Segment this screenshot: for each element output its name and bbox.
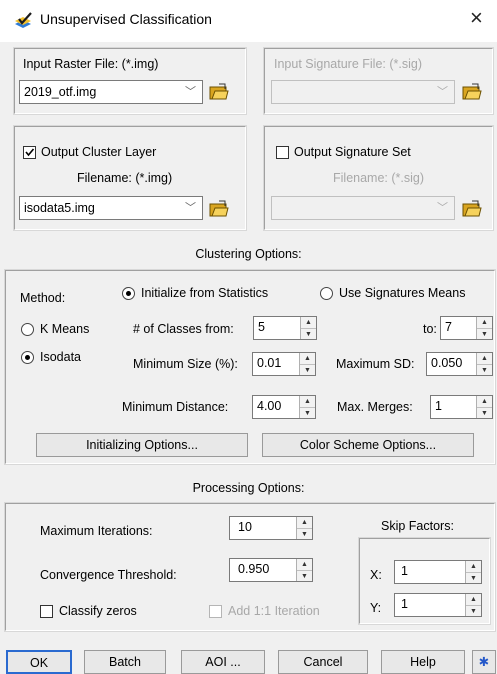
input-signature-field[interactable]: ﹀ <box>271 80 455 104</box>
output-cluster-value: isodata5.img <box>24 201 95 215</box>
chevron-down-icon[interactable]: ﹀ <box>185 197 196 219</box>
close-icon[interactable]: × <box>470 6 483 30</box>
max-iterations-label: Maximum Iterations: <box>40 524 153 538</box>
num-classes-to-spinner[interactable]: 7 ▲ ▼ <box>440 316 493 340</box>
spin-arrows-icon[interactable]: ▲ ▼ <box>476 317 492 339</box>
open-folder-icon[interactable] <box>462 83 482 100</box>
spin-arrows-icon[interactable]: ▲ ▼ <box>300 317 316 339</box>
output-cluster-label: Output Cluster Layer <box>41 145 157 159</box>
batch-button[interactable]: Batch <box>84 650 166 674</box>
asterisk-icon[interactable]: ✱ <box>472 650 496 674</box>
output-signature-filename-label: Filename: (*.sig) <box>333 171 424 185</box>
skip-y-label: Y: <box>370 601 382 615</box>
output-signature-label: Output Signature Set <box>294 145 411 159</box>
output-signature-checkbox[interactable] <box>276 146 289 159</box>
classify-zeros-checkbox[interactable] <box>40 605 53 618</box>
max-sd-value: 0.050 <box>431 356 463 370</box>
layers-checkmark-icon <box>15 12 32 28</box>
min-size-spinner[interactable]: 0.01 ▲ ▼ <box>252 352 316 376</box>
aoi-button[interactable]: AOI ... <box>181 650 265 674</box>
input-raster-value: 2019_otf.img <box>24 85 97 99</box>
max-merges-label: Max. Merges: <box>337 400 413 414</box>
output-cluster-filename-label: Filename: (*.img) <box>77 171 173 185</box>
initializing-options-button[interactable]: Initializing Options... <box>36 433 248 457</box>
max-sd-label: Maximum SD: <box>336 357 415 371</box>
classify-zeros-label: Classify zeros <box>59 604 137 618</box>
cancel-button[interactable]: Cancel <box>278 650 368 674</box>
convergence-threshold-value: 0.950 <box>238 562 270 576</box>
kmeans-label: K Means <box>40 322 90 336</box>
skip-x-value: 1 <box>401 564 408 578</box>
num-classes-to-value: 7 <box>445 320 452 334</box>
convergence-threshold-label: Convergence Threshold: <box>40 568 177 582</box>
chevron-down-icon[interactable]: ﹀ <box>185 81 196 103</box>
use-signatures-radio[interactable] <box>320 287 333 300</box>
max-merges-value: 1 <box>435 399 442 413</box>
use-signatures-label: Use Signatures Means <box>339 286 466 300</box>
skip-x-label: X: <box>370 568 382 582</box>
spin-arrows-icon[interactable]: ▲ ▼ <box>465 594 481 616</box>
skip-y-spinner[interactable]: 1 ▲ ▼ <box>394 593 482 617</box>
kmeans-radio[interactable] <box>21 323 34 336</box>
skip-y-value: 1 <box>401 597 408 611</box>
max-merges-spinner[interactable]: 1 ▲ ▼ <box>430 395 493 419</box>
method-label: Method: <box>20 291 66 305</box>
min-size-value: 0.01 <box>257 356 282 370</box>
open-folder-icon[interactable] <box>462 200 482 217</box>
color-scheme-options-button[interactable]: Color Scheme Options... <box>262 433 474 457</box>
spin-arrows-icon[interactable]: ▲ ▼ <box>476 396 492 418</box>
spin-arrows-icon[interactable]: ▲ ▼ <box>296 559 312 581</box>
output-cluster-checkbox[interactable] <box>23 146 36 159</box>
min-distance-spinner[interactable]: 4.00 ▲ ▼ <box>252 395 316 419</box>
convergence-threshold-spinner[interactable]: 0.950 ▲ ▼ <box>229 558 313 582</box>
init-stats-radio[interactable] <box>122 287 135 300</box>
max-sd-spinner[interactable]: 0.050 ▲ ▼ <box>426 352 493 376</box>
help-button[interactable]: Help <box>381 650 465 674</box>
chevron-down-icon[interactable]: ﹀ <box>437 81 448 103</box>
to-label: to: <box>423 322 437 336</box>
spin-arrows-icon[interactable]: ▲ ▼ <box>299 396 315 418</box>
isodata-label: Isodata <box>40 350 82 364</box>
add-iteration-label: Add 1:1 Iteration <box>228 604 320 618</box>
num-classes-from-value: 5 <box>258 320 265 334</box>
open-folder-icon[interactable] <box>209 83 229 100</box>
clustering-options-header: Clustering Options: <box>195 247 302 261</box>
spin-arrows-icon[interactable]: ▲ ▼ <box>296 517 312 539</box>
window-title: Unsupervised Classification <box>40 11 212 27</box>
spin-arrows-icon[interactable]: ▲ ▼ <box>476 353 492 375</box>
min-distance-label: Minimum Distance: <box>122 400 229 414</box>
num-classes-label: # of Classes from: <box>133 322 234 336</box>
chevron-down-icon[interactable]: ﹀ <box>437 197 448 219</box>
ok-button[interactable]: OK <box>6 650 72 674</box>
spin-arrows-icon[interactable]: ▲ ▼ <box>299 353 315 375</box>
input-signature-label: Input Signature File: (*.sig) <box>274 57 422 71</box>
input-raster-label: Input Raster File: (*.img) <box>23 57 159 71</box>
init-stats-label: Initialize from Statistics <box>141 286 269 300</box>
isodata-radio[interactable] <box>21 351 34 364</box>
skip-factors-label: Skip Factors: <box>381 519 454 533</box>
add-iteration-checkbox[interactable] <box>209 605 222 618</box>
output-cluster-field[interactable]: isodata5.img ﹀ <box>19 196 203 220</box>
num-classes-from-spinner[interactable]: 5 ▲ ▼ <box>253 316 317 340</box>
processing-options-header: Processing Options: <box>192 481 305 495</box>
open-folder-icon[interactable] <box>209 200 229 217</box>
spin-arrows-icon[interactable]: ▲ ▼ <box>465 561 481 583</box>
max-iterations-spinner[interactable]: 10 ▲ ▼ <box>229 516 313 540</box>
max-iterations-value: 10 <box>238 520 252 534</box>
min-size-label: Minimum Size (%): <box>133 357 238 371</box>
input-raster-field[interactable]: 2019_otf.img ﹀ <box>19 80 203 104</box>
output-signature-field[interactable]: ﹀ <box>271 196 455 220</box>
min-distance-value: 4.00 <box>257 399 282 413</box>
skip-x-spinner[interactable]: 1 ▲ ▼ <box>394 560 482 584</box>
